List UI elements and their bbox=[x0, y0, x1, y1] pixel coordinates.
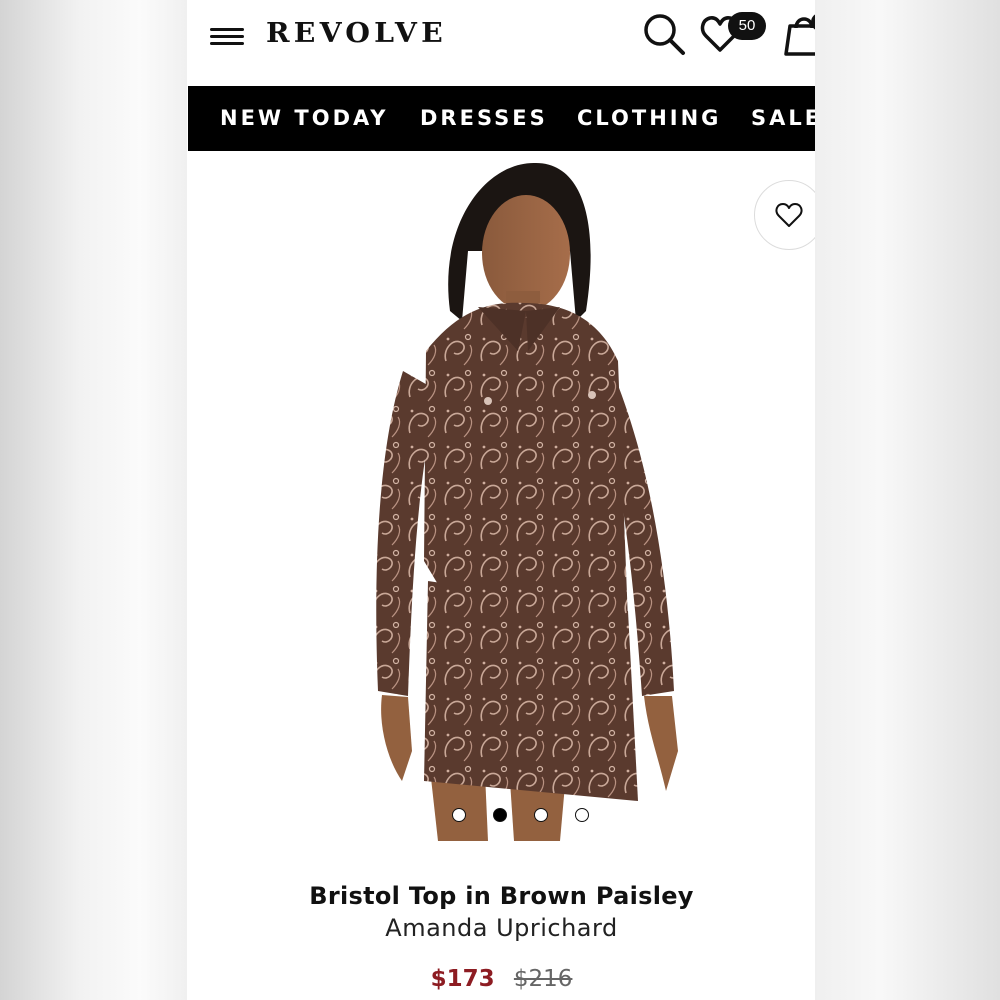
category-nav: NEW TODAY DRESSES CLOTHING SALE bbox=[188, 86, 815, 151]
sale-price: $173 bbox=[430, 966, 495, 992]
original-price: $216 bbox=[513, 966, 573, 992]
heart-icon bbox=[775, 203, 803, 227]
price-row: $173 $216 bbox=[188, 966, 815, 992]
carousel-dot-3[interactable] bbox=[534, 808, 548, 822]
nav-item-dresses[interactable]: DRESSES bbox=[420, 106, 548, 130]
nav-item-clothing[interactable]: CLOTHING bbox=[577, 106, 721, 130]
favorites-count-badge: 50 bbox=[728, 12, 766, 40]
carousel-dot-2[interactable] bbox=[493, 808, 507, 822]
nav-item-sale[interactable]: SALE bbox=[751, 106, 815, 130]
nav-item-new-today[interactable]: NEW TODAY bbox=[220, 106, 388, 130]
shopping-bag-icon[interactable] bbox=[782, 10, 815, 56]
search-icon[interactable] bbox=[640, 10, 688, 58]
carousel-dot-4[interactable] bbox=[575, 808, 589, 822]
hamburger-menu-icon[interactable] bbox=[210, 24, 244, 48]
app-screen: REVOLVE 50 NEW TODAY DRESSES CLOTHING SA… bbox=[188, 0, 815, 1000]
product-title: Bristol Top in Brown Paisley bbox=[309, 882, 694, 910]
carousel-dots bbox=[450, 808, 590, 824]
carousel-dot-1[interactable] bbox=[452, 808, 466, 822]
add-to-wishlist-button[interactable] bbox=[754, 180, 815, 250]
product-brand[interactable]: Amanda Uprichard bbox=[188, 914, 815, 942]
revolve-logo[interactable]: REVOLVE bbox=[266, 18, 447, 49]
top-header: REVOLVE 50 bbox=[188, 0, 815, 86]
product-photo[interactable] bbox=[188, 151, 815, 841]
